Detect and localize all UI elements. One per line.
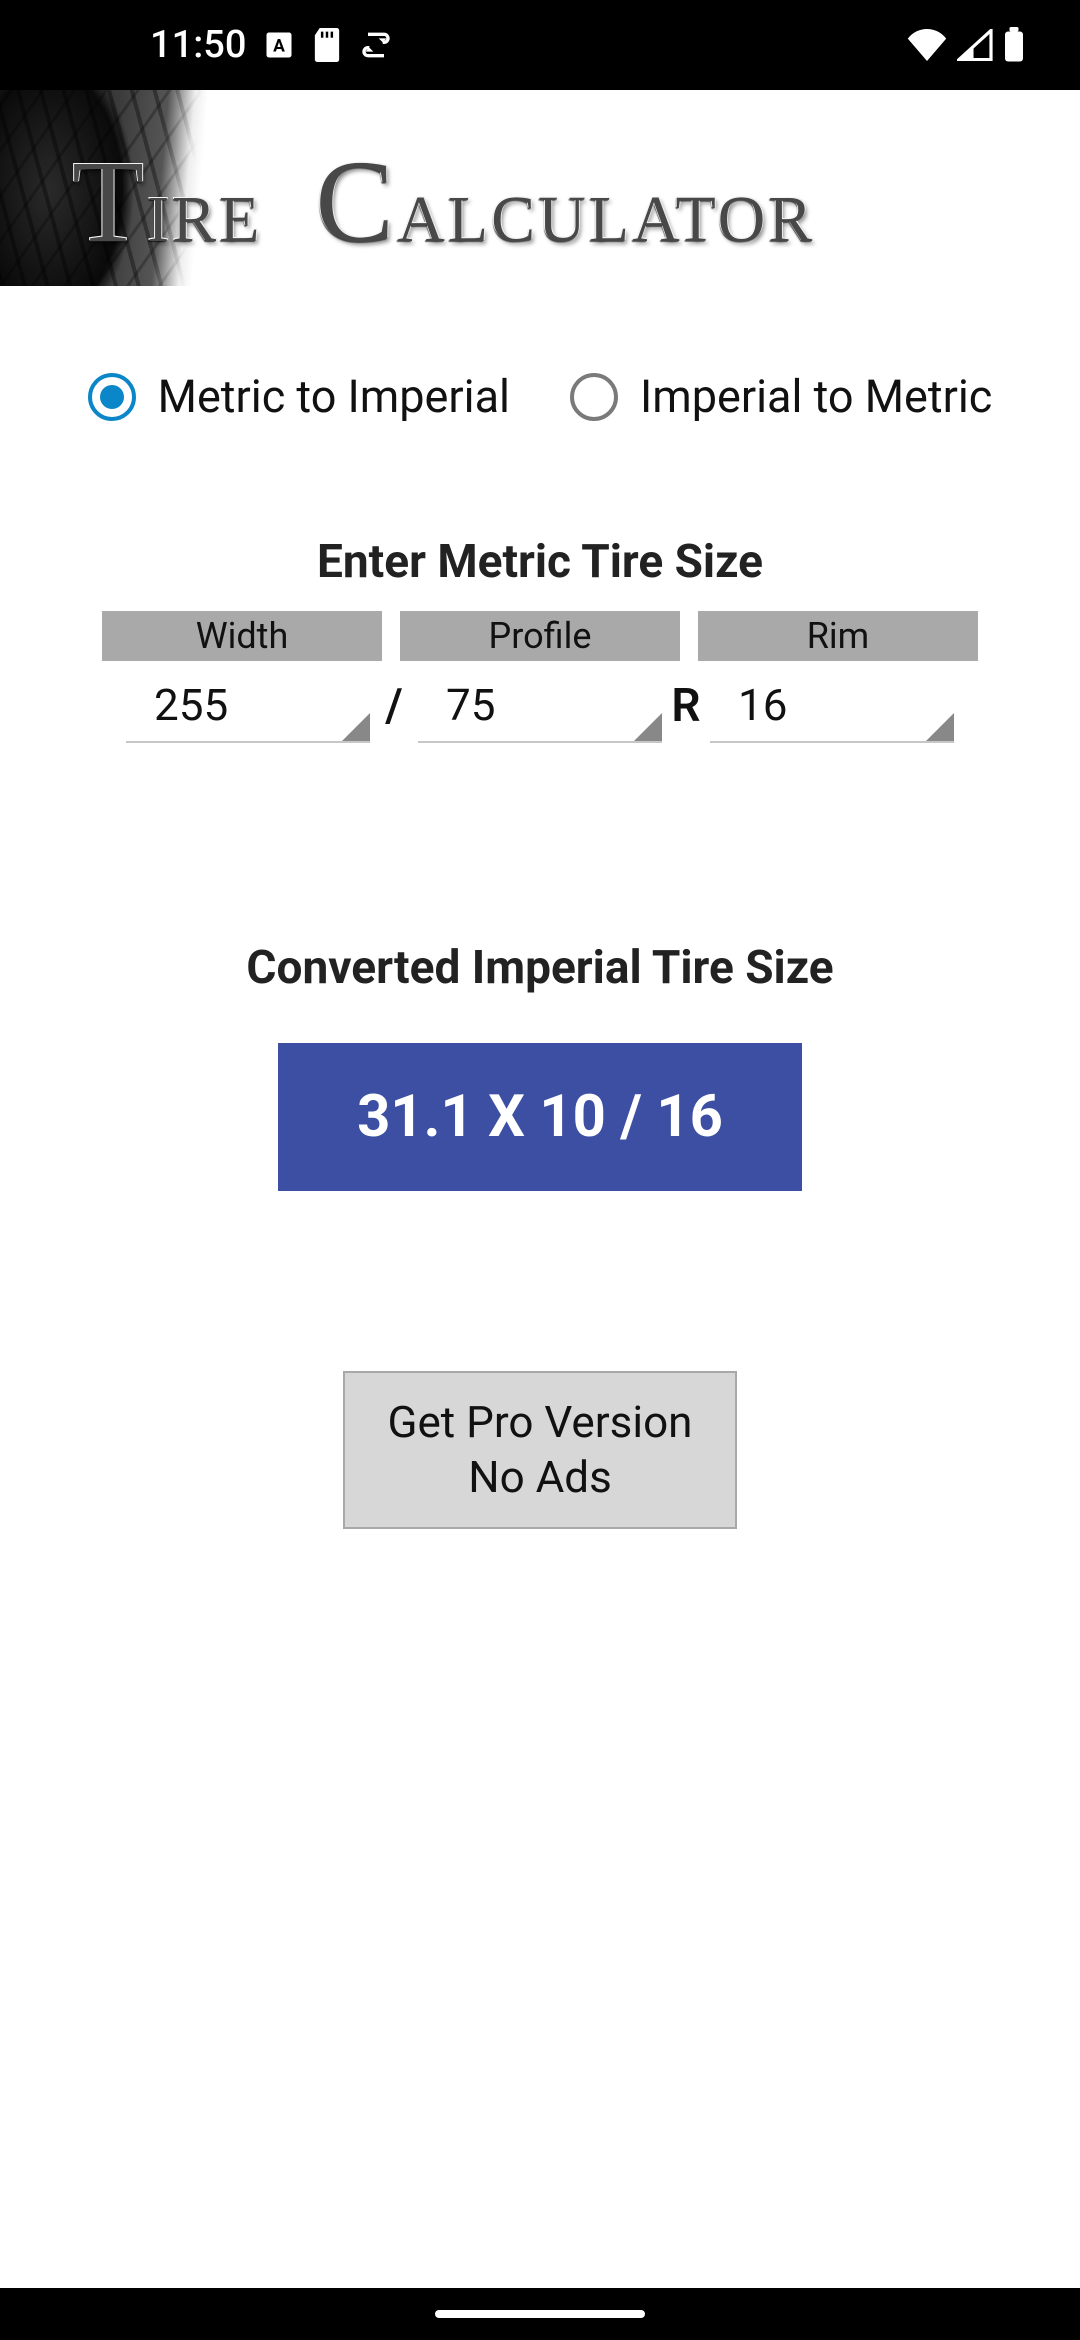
result-section-title: Converted Imperial Tire Size [20,941,1060,995]
rim-spinner[interactable]: 16 [710,665,954,743]
radio-circle-icon [88,373,136,421]
radio-metric-to-imperial[interactable]: Metric to Imperial [88,370,510,423]
rim-header: Rim [698,611,978,661]
status-right [907,27,1025,63]
radio-imperial-to-metric[interactable]: Imperial to Metric [570,370,992,423]
get-pro-version-button[interactable]: Get Pro Version No Ads [343,1371,737,1529]
pro-button-line2: No Ads [345,1450,735,1505]
status-time: 11:50 [150,23,246,67]
input-section-title: Enter Metric Tire Size [20,535,1060,589]
svg-text:A: A [274,36,286,56]
app-header-banner: Tire Calculator [0,90,1080,286]
sd-card-icon [312,28,342,62]
battery-icon [1003,27,1025,63]
width-value: 255 [154,679,228,731]
app-title-word2-initial: C [315,136,397,267]
cell-signal-icon [957,29,993,61]
nav-handle[interactable] [435,2310,645,2318]
app-title-word1-initial: T [72,136,147,267]
separator-slash: / [370,679,418,743]
profile-value: 75 [446,679,495,731]
profile-spinner[interactable]: 75 [418,665,662,743]
separator-r: R [662,679,710,743]
app-title-word1-rest: ire [147,158,262,262]
app-title-word2-rest: alculator [397,158,815,262]
width-spinner[interactable]: 255 [126,665,370,743]
radio-label: Metric to Imperial [158,370,510,423]
a-box-icon: A [264,30,294,60]
width-header: Width [102,611,382,661]
radio-label: Imperial to Metric [640,370,992,423]
sync-icon [360,29,392,61]
result-value: 31.1 X 10 / 16 [357,1083,723,1151]
system-nav-bar [0,2288,1080,2340]
status-bar: 11:50 A [0,0,1080,90]
result-value-box: 31.1 X 10 / 16 [278,1043,802,1191]
rim-value: 16 [738,679,787,731]
wifi-icon [907,29,947,61]
input-column-headers: Width Profile Rim [20,611,1060,661]
profile-header: Profile [400,611,680,661]
input-fields-row: 255 / 75 R 16 [20,665,1060,743]
status-left: 11:50 A [150,23,392,67]
radio-circle-icon [570,373,618,421]
pro-button-line1: Get Pro Version [345,1395,735,1450]
app-title: Tire Calculator [72,134,1032,270]
conversion-direction-group: Metric to Imperial Imperial to Metric [20,370,1060,423]
